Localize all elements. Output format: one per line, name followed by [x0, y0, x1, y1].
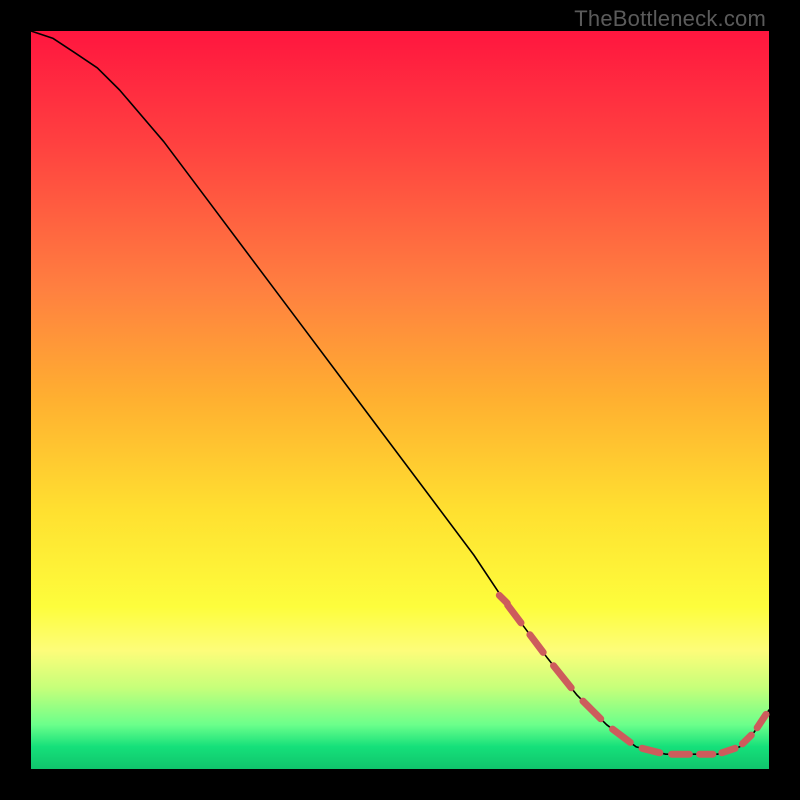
curve-layer: [31, 31, 769, 769]
curve-dash-marker: [613, 729, 631, 742]
chart-stage: TheBottleneck.com: [0, 0, 800, 800]
curve-dash-marker: [583, 701, 601, 719]
curve-dash-marker: [757, 714, 766, 727]
bottleneck-curve: [31, 31, 769, 754]
plot-area: [31, 31, 769, 769]
curve-dash-marker: [742, 735, 751, 744]
curve-dash-marker: [554, 666, 572, 688]
curve-dash-marker: [530, 635, 543, 653]
watermark-text: TheBottleneck.com: [574, 6, 766, 32]
curve-dash-marker: [722, 748, 735, 753]
curve-dash-marker: [508, 605, 521, 623]
curve-dash-marker: [642, 748, 660, 753]
